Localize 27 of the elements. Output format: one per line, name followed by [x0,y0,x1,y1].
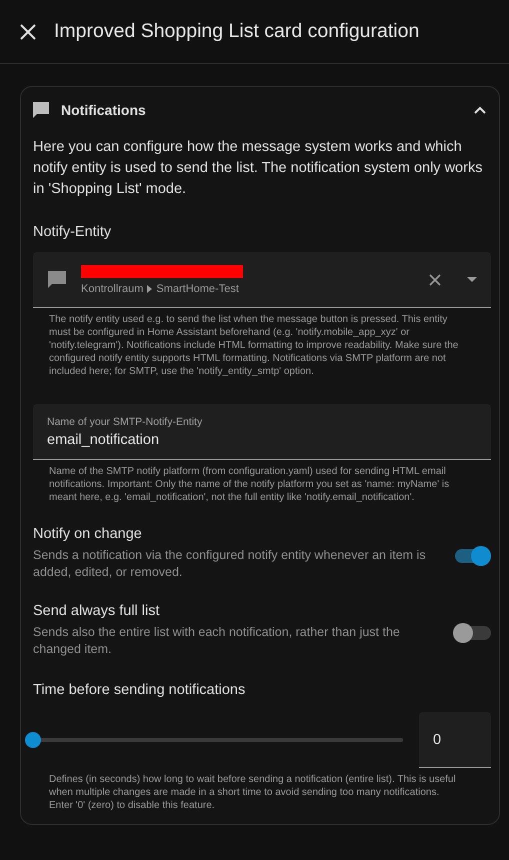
slider-thumb[interactable] [25,732,41,748]
intro-text: Here you can configure how the message system works and which notify entity is used to send the list. The notification system only works in 'Shopping List' mode. [33,138,484,199]
section-title: Notifications [61,102,147,118]
caret-icon [147,284,152,292]
toggle-description: Sends a notification via the configured notify entity whenever an item is added, edited, or removed. [33,547,427,581]
chat-bubble-icon [47,270,67,290]
toggle-title: Send always full list [33,603,161,619]
slider-title: Time before sending notifications [33,682,246,698]
entity-picker[interactable]: Kontrollraum SmartHome-Test [33,252,491,308]
toggle-description: Sends also the entire list with each notification, rather than just the changed item. [33,624,401,658]
smtp-entity-field[interactable]: Name of your SMTP-Notify-Entity email_notification [33,404,491,460]
slider-track[interactable] [25,732,403,748]
device-name: SmartHome-Test [156,282,239,294]
dialog-title: Improved Shopping List card configuration [54,20,420,43]
number-field[interactable]: 0 [419,712,491,768]
toggle-switch[interactable] [455,544,491,562]
helper-text: Defines (in seconds) how long to wait before sending a notification (entire list). This is useful when multiple changes are made in a short time to avoid sending too many notifications. Enter '0' (zero) to disable this feature. [48,773,457,812]
area-name: Kontrollraum [81,282,144,294]
close-button[interactable] [20,24,36,40]
clear-button[interactable] [429,274,441,286]
chat-bubble-icon [31,100,51,120]
toggle-title: Notify on change [33,526,143,542]
helper-text: Name of the SMTP notify platform (from configuration.yaml) used for sending HTML email notifications. Important: Only the name of the notify platform you set as 'name: myName' is meant here, e.g. 'email_notification', not the full entity like 'notify.email_notification'. [48,465,450,504]
dropdown-button[interactable] [467,277,477,282]
field-label: Notify-Entity [33,224,112,240]
toggle-switch[interactable] [455,622,491,640]
helper-text: The notify entity used e.g. to send the list when the message button is pressed. This entity must be configured in Home Assistant beforehand (e.g. 'notify.mobile_app_xyz' or 'notify.telegram'). Notifications include HTML formatting to improve readability. Make sure the configured notify entity supports HTML formatting. Notifications via SMTP platform are not included here; for SMTP, use the 'notify_entity_smtp' option. [48,313,460,378]
